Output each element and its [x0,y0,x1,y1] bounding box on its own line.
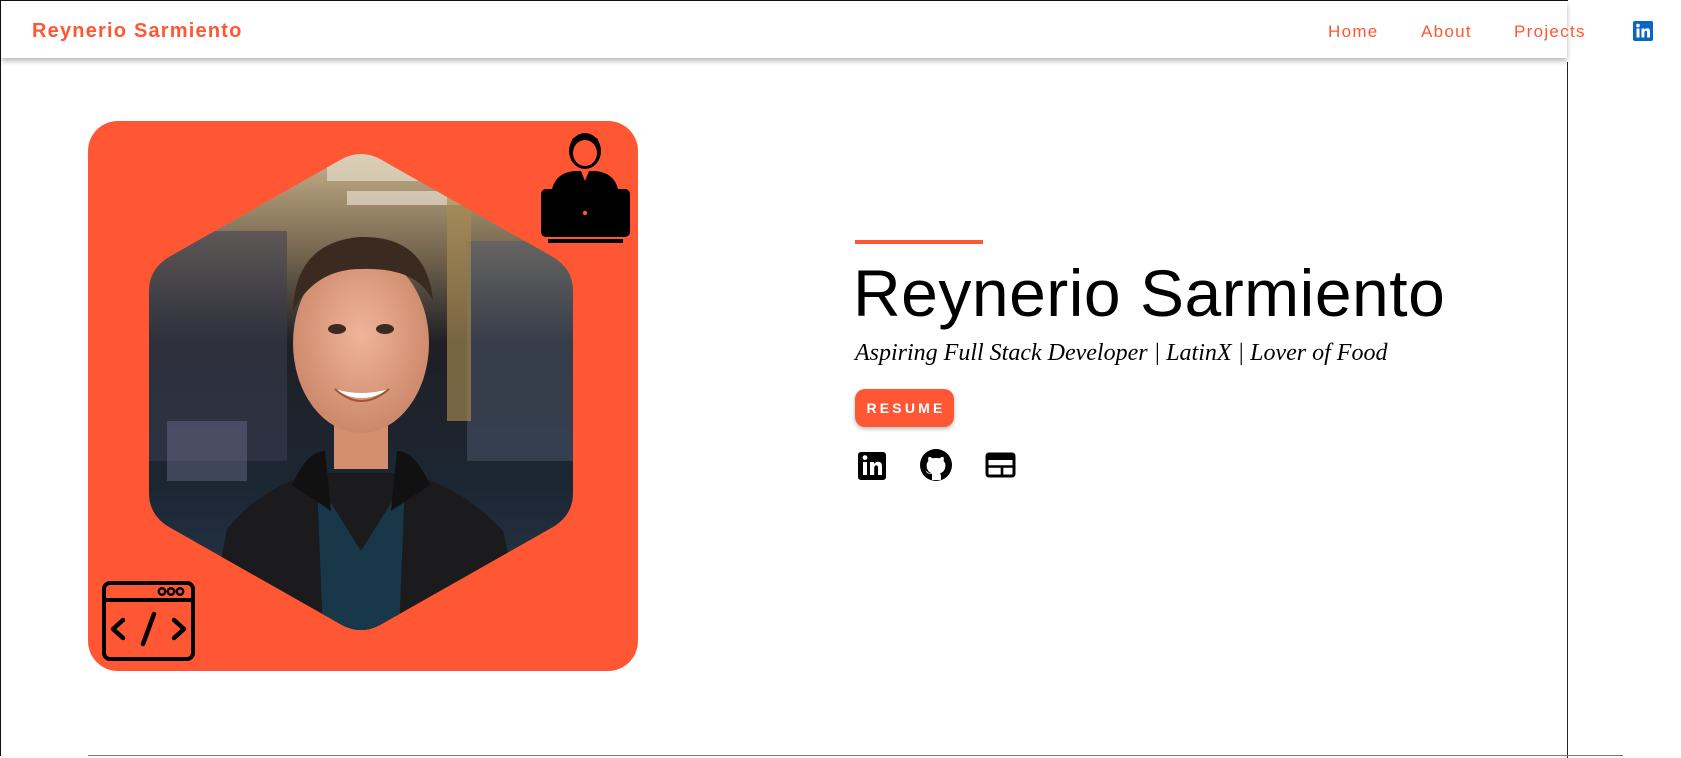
window-gutter [1568,0,1681,758]
portfolio-window-icon [985,452,1016,478]
nav-about-link[interactable]: About [1421,22,1472,42]
section-divider [88,755,1623,756]
hero-name: Reynerio Sarmiento [853,256,1446,330]
linkedin-icon [858,452,886,480]
linkedin-icon [1633,21,1653,41]
brand-link[interactable]: Reynerio Sarmiento [32,20,243,43]
nav-home-link[interactable]: Home [1328,22,1379,42]
hero-tagline: Aspiring Full Stack Developer | LatinX |… [855,340,1388,366]
navbar-linkedin-link[interactable] [1633,21,1653,41]
hero-image-card [88,121,638,671]
navbar: Reynerio Sarmiento Home About Projects [1,1,1653,58]
github-link[interactable] [918,447,954,483]
portfolio-link[interactable] [982,447,1018,483]
developer-laptop-icon [541,133,630,243]
linkedin-link[interactable] [855,447,891,483]
profile-photo [149,154,573,630]
resume-button[interactable]: RESUME [855,389,954,427]
nav-projects-link[interactable]: Projects [1514,22,1586,42]
code-window-icon [102,581,195,661]
heading-accent-line [855,240,983,244]
github-icon [920,449,952,481]
page-edge-rule [1567,62,1568,758]
